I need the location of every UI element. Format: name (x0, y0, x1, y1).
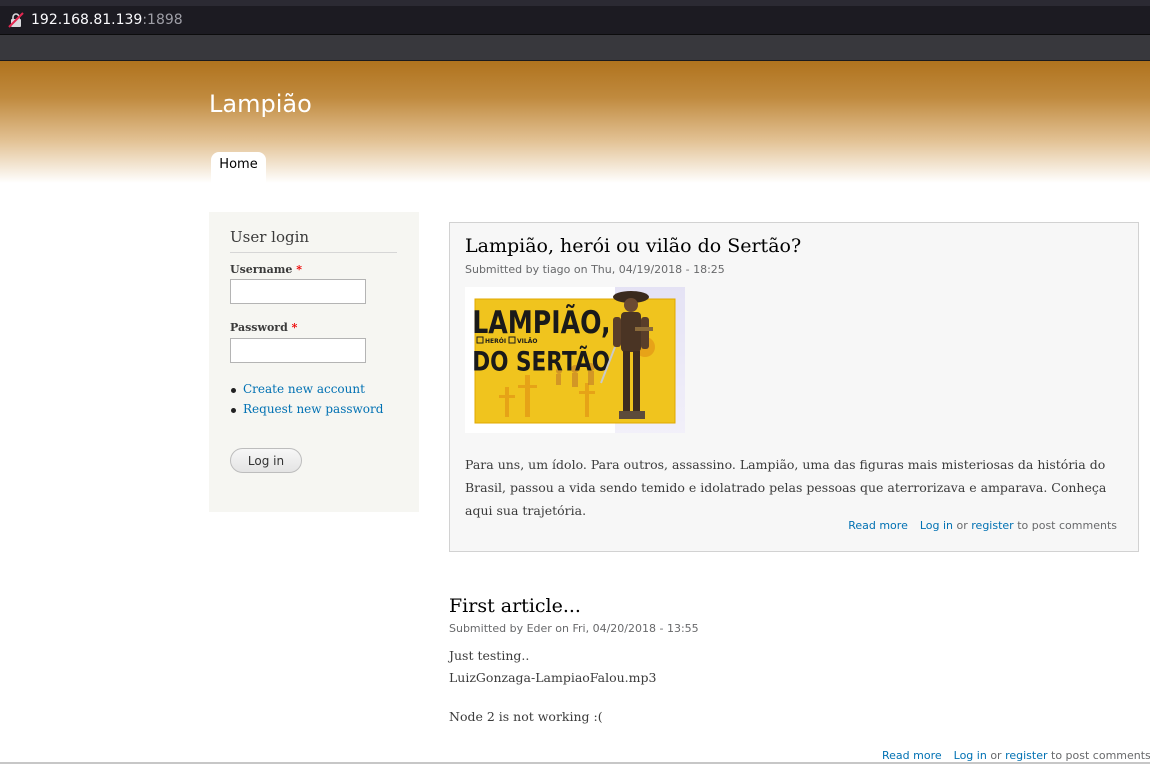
or-text: or (956, 519, 968, 532)
post-comments-text: to post comments (1051, 749, 1150, 762)
image-option-vilao: VILÃO (517, 338, 537, 345)
site-name[interactable]: Lampião (209, 90, 312, 118)
nav-tab-home[interactable]: Home (211, 152, 266, 183)
image-option-heroi: HERÓI (485, 338, 506, 345)
password-input[interactable] (230, 338, 366, 363)
list-item: Request new password (230, 402, 383, 422)
bookmarks-toolbar (0, 36, 1150, 61)
insecure-lock-icon[interactable] (8, 12, 24, 28)
article-links: Read more Log in or register to post comm… (848, 519, 1117, 532)
password-label: Password * (230, 321, 297, 334)
username-label-text: Username (230, 263, 293, 276)
log-in-button[interactable]: Log in (230, 448, 302, 473)
create-account-link[interactable]: Create new account (243, 382, 365, 396)
or-text: or (990, 749, 1002, 762)
login-links: Create new account Request new password (230, 382, 383, 422)
submitted-info: Submitted by tiago on Thu, 04/19/2018 - … (465, 263, 725, 276)
log-in-link[interactable]: Log in (954, 749, 987, 762)
article-body-line: Node 2 is not working :( (449, 709, 603, 724)
article-body-line: LuizGonzaga-LampiaoFalou.mp3 (449, 670, 657, 685)
article-teaser: Lampião, herói ou vilão do Sertão? Submi… (449, 222, 1139, 552)
url-port: :1898 (142, 12, 183, 28)
article-title-link[interactable]: Lampião, herói ou vilão do Sertão? (465, 235, 801, 257)
block-title: User login (230, 228, 397, 253)
address-bar[interactable]: 192.168.81.139:1898 (0, 6, 1150, 35)
image-text-do-sertao: DO SERTÃO (472, 345, 610, 377)
read-more-link[interactable]: Read more (882, 749, 942, 762)
browser-toolbar: 192.168.81.139:1898 (0, 0, 1150, 36)
site-header: Lampião Home (0, 61, 1150, 183)
article-image: LAMPIÃO, HERÓI VILÃO DO SERTÃO (465, 287, 685, 433)
post-comments-text: to post comments (1017, 519, 1117, 532)
url-host: 192.168.81.139 (31, 12, 143, 28)
article-links: Read more Log in or register to post comm… (882, 749, 1150, 762)
required-mark: * (291, 321, 298, 334)
log-in-link[interactable]: Log in (920, 519, 953, 532)
username-label: Username * (230, 263, 302, 276)
register-link[interactable]: register (971, 519, 1013, 532)
article-body-line: Just testing.. (449, 648, 530, 663)
password-label-text: Password (230, 321, 288, 334)
user-login-block: User login Username * Password * Create … (209, 212, 419, 512)
required-mark: * (296, 263, 302, 276)
request-password-link[interactable]: Request new password (243, 402, 383, 416)
article-body: Para uns, um ídolo. Para outros, assassi… (465, 457, 1107, 518)
register-link[interactable]: register (1005, 749, 1047, 762)
username-input[interactable] (230, 279, 366, 304)
article-title-link[interactable]: First article... (449, 595, 581, 617)
url-text[interactable]: 192.168.81.139:1898 (31, 12, 183, 28)
list-item: Create new account (230, 382, 383, 402)
submitted-info: Submitted by Eder on Fri, 04/20/2018 - 1… (449, 622, 699, 635)
image-text-lampiao: LAMPIÃO, (472, 304, 610, 341)
read-more-link[interactable]: Read more (848, 519, 908, 532)
